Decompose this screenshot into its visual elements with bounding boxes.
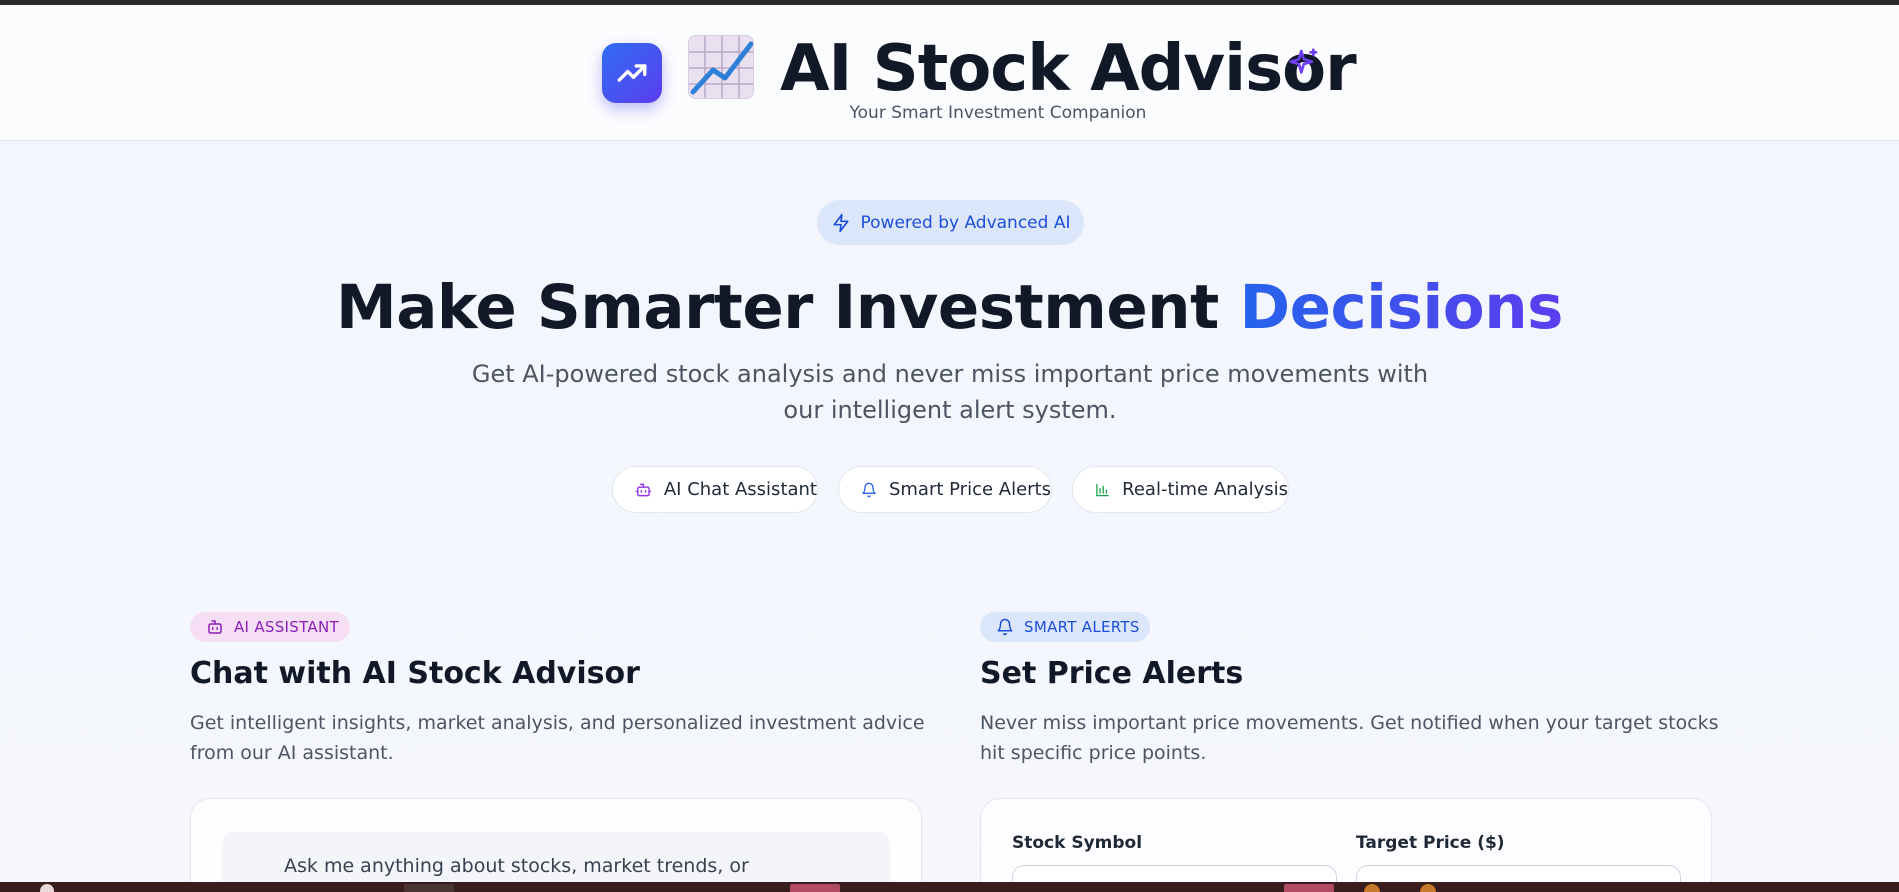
hero-title: Make Smarter Investment Decisions	[0, 272, 1899, 343]
app-subtitle: Your Smart Investment Companion	[849, 103, 1147, 123]
ai-section-title: Chat with AI Stock Advisor	[190, 656, 640, 691]
target-price-label: Target Price ($)	[1356, 833, 1505, 853]
bar-chart-icon	[1096, 483, 1109, 496]
feature-label: Smart Price Alerts	[888, 479, 1051, 500]
taskbar-app[interactable]	[790, 884, 840, 892]
trending-up-icon	[617, 64, 647, 82]
powered-by-label: Powered by Advanced AI	[860, 212, 1071, 233]
feature-chip-ai-chat[interactable]: AI Chat Assistant	[612, 466, 818, 513]
zap-icon	[833, 213, 849, 232]
smart-alerts-tag: SMART ALERTS	[980, 612, 1150, 642]
price-alert-card: Stock Symbol Target Price ($)	[980, 798, 1712, 892]
feature-chips: AI Chat Assistant Smart Price Alerts Rea…	[0, 466, 1899, 513]
smart-alerts-tag-label: SMART ALERTS	[1024, 618, 1140, 636]
powered-by-badge: Powered by Advanced AI	[817, 200, 1084, 245]
feature-label: Real-time Analysis	[1122, 479, 1288, 500]
alerts-section-title: Set Price Alerts	[980, 656, 1244, 691]
sparkles-icon	[1289, 48, 1318, 74]
feature-chip-price-alerts[interactable]: Smart Price Alerts	[838, 466, 1052, 513]
ai-section-description: Get intelligent insights, market analysi…	[190, 712, 925, 764]
app-logo[interactable]	[602, 43, 662, 103]
os-taskbar	[0, 882, 1899, 892]
taskbar-app[interactable]	[1284, 884, 1334, 892]
bot-icon	[635, 483, 652, 496]
hero-description: Get AI-powered stock analysis and never …	[471, 360, 1429, 424]
app-header: AI Stock Advisor Your Smart Investment C…	[0, 5, 1899, 141]
stock-symbol-label: Stock Symbol	[1012, 833, 1143, 853]
hero-title-main: Make Smarter Investment	[336, 272, 1240, 343]
ai-assistant-tag-label: AI ASSISTANT	[234, 618, 339, 636]
chart-increasing-emoji	[688, 35, 754, 99]
taskbar-icon[interactable]	[40, 884, 54, 892]
hero-title-accent: Decisions	[1239, 272, 1564, 343]
ai-assistant-tag: AI ASSISTANT	[190, 612, 350, 642]
taskbar-icon[interactable]	[1420, 884, 1436, 892]
bot-icon	[208, 620, 222, 634]
bell-icon	[997, 618, 1013, 636]
bell-icon	[862, 482, 876, 497]
taskbar-app[interactable]	[404, 884, 454, 892]
taskbar-icon[interactable]	[1364, 884, 1380, 892]
feature-chip-realtime-analysis[interactable]: Real-time Analysis	[1072, 466, 1289, 513]
feature-label: AI Chat Assistant	[663, 479, 817, 500]
app-title: AI Stock Advisor	[780, 32, 1357, 106]
chat-card: Ask me anything about stocks, market tre…	[190, 798, 922, 892]
alerts-section-description: Never miss important price movements. Ge…	[980, 712, 1719, 764]
